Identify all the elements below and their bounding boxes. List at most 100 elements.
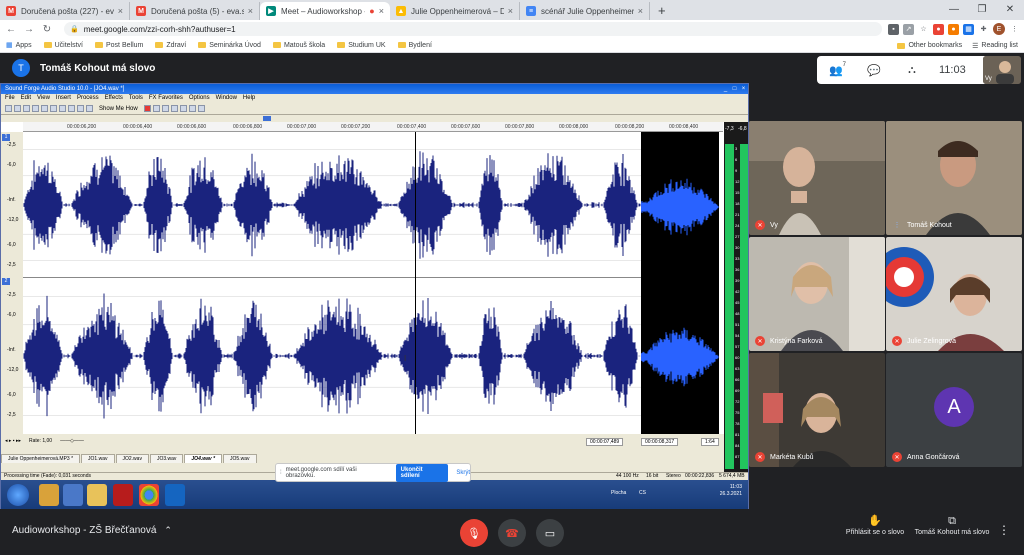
minimize-icon[interactable]: — (940, 0, 968, 20)
reload-icon[interactable]: ↻ (40, 24, 54, 35)
bookmark-folder[interactable]: Studium UK (337, 42, 386, 49)
profile-avatar[interactable]: E (993, 23, 1005, 35)
bookmark-folder[interactable]: Seminárka Úvod (198, 42, 261, 49)
raise-hand-button[interactable]: ✋ Přihlásit se o slovo (835, 516, 915, 537)
meter-scale-label: 9 (735, 168, 738, 173)
back-icon[interactable]: ← (4, 24, 18, 35)
rate-label: Rate: 1,00 (28, 438, 53, 444)
more-options-icon[interactable]: ⋮ (998, 523, 1010, 537)
new-tab-button[interactable]: + (650, 2, 674, 20)
self-thumbnail[interactable]: Vy (983, 56, 1021, 84)
people-icon: 👥 (829, 64, 843, 77)
media-icon (63, 484, 83, 506)
selection-end-time: 00:00:08,317 (641, 438, 679, 446)
stop-icon (179, 105, 187, 112)
chat-button[interactable]: 💬 (855, 56, 893, 84)
docs-icon: ≡ (526, 6, 536, 16)
activities-button[interactable]: ⛬ (893, 56, 931, 84)
meter-scale-label: 36 (735, 267, 740, 272)
extension-red-icon[interactable]: ● (933, 23, 944, 35)
participant-tile[interactable]: ✕ Markéta Kubů (749, 353, 885, 467)
close-icon[interactable]: × (118, 6, 123, 16)
bookmark-folder[interactable]: Post Bellum (95, 42, 143, 49)
participant-tile[interactable]: ✕ Kristýna Farková (749, 237, 885, 351)
stop-sharing-button[interactable]: Ukončit sdílení (395, 463, 449, 482)
bookmark-folder[interactable]: Zdraví (155, 42, 186, 49)
ruler-label: 00:00:06,200 (67, 124, 97, 130)
participant-video (886, 121, 1022, 235)
tab-gmail-2[interactable]: M Doručená pošta (5) - eva.smolik × (130, 2, 260, 20)
participant-tile[interactable]: ⋮ Tomáš Kohout (886, 121, 1022, 235)
tab-drive[interactable]: ▲ Julie Oppenheimerová – Disk Go × (390, 2, 520, 20)
extension-grid-icon[interactable]: ▦ (963, 23, 974, 35)
share-icon[interactable]: ↗ (903, 23, 914, 35)
bookmark-label: Post Bellum (106, 41, 144, 49)
participant-tile[interactable]: ✕ Vy (749, 121, 885, 235)
gmail-icon: M (6, 6, 16, 16)
star-icon[interactable]: ☆ (918, 23, 929, 35)
participant-name: Julie Zelingrová (907, 337, 957, 345)
menu-icon[interactable]: ⋮ (1009, 23, 1020, 35)
tab-gmail-1[interactable]: M Doručená pošta (227) - evasmolik × (0, 2, 130, 20)
rewind-icon (188, 105, 196, 112)
waveform-graphic (23, 149, 641, 261)
meeting-details-button[interactable]: Audioworkshop - ZŠ Břečťanová ⌃ (12, 525, 172, 536)
tab-meet[interactable]: ▶ Meet – Audioworkshop - ZŠ ● × (260, 2, 390, 20)
leave-call-button[interactable]: ☎ (498, 519, 526, 547)
playbar-row: ◂ ▸ ▪ ▸▸ Rate: 1,00 ——◇—— (5, 438, 84, 444)
participant-tile[interactable]: ✕ Julie Zelingrová (886, 237, 1022, 351)
bookmark-folder[interactable]: Učitelství (43, 42, 83, 49)
doc-tab: JO1.wav (81, 454, 115, 463)
hang-up-icon: ☎ (505, 527, 519, 540)
close-window-icon[interactable]: ✕ (996, 0, 1024, 20)
db-label: -Inf. (7, 347, 16, 353)
participant-name-row: ✕ Anna Gončárová (892, 452, 960, 462)
db-scale: 1 -2,5 -6,0 -Inf. -12,0 -6,0 -2,5 2 -2,5… (1, 132, 23, 434)
drag-handle-icon[interactable]: ⁞ (280, 470, 282, 476)
bookmark-apps[interactable]: ▦ Apps (6, 41, 32, 50)
bookmark-label: Other bookmarks (908, 42, 963, 49)
meter-scale-label: 12 (735, 179, 740, 184)
reading-list[interactable]: ☰ Reading list (972, 42, 1018, 50)
close-icon[interactable]: × (248, 6, 253, 16)
puzzle-icon[interactable]: ✚ (978, 23, 989, 35)
close-icon[interactable]: × (508, 6, 513, 16)
browser-window: M Doručená pošta (227) - evasmolik × M D… (0, 0, 1024, 555)
participant-count: 7 (842, 62, 846, 68)
people-button[interactable]: 👥 7 (817, 56, 855, 84)
forward-icon[interactable]: → (22, 24, 36, 35)
hide-button[interactable]: Skrýt (456, 470, 470, 476)
meter-scale-label: 42 (735, 289, 740, 294)
other-bookmarks[interactable]: Other bookmarks (897, 42, 962, 49)
close-icon[interactable]: × (379, 6, 384, 16)
drive-icon: ▲ (396, 6, 406, 16)
address-bar[interactable]: 🔒 meet.google.com/zzi-corh-shh?authuser=… (64, 22, 882, 36)
soundforge-titlebar: Sound Forge Audio Studio 10.0 - [JO4.wav… (1, 84, 748, 94)
meter-scale-label: 18 (735, 201, 740, 206)
presenting-button[interactable]: ⧉ Tomáš Kohout má slovo (912, 516, 992, 537)
microphone-toggle-button[interactable]: 🎙 (460, 519, 488, 547)
bookmark-folder[interactable]: Matouš škola (272, 42, 325, 49)
status-length: 00:00:22,836 (685, 473, 715, 479)
zoom-ratio: 1:64 (701, 438, 719, 446)
menu-tools: Tools (128, 95, 143, 101)
meter-scale-label: 51 (735, 322, 740, 327)
extension-orange-icon[interactable]: ● (948, 23, 959, 35)
camera-toggle-button[interactable]: ▭ (536, 519, 564, 547)
overview-thumb (263, 116, 271, 121)
participant-tile[interactable]: A ✕ Anna Gončárová (886, 353, 1022, 467)
close-icon[interactable]: × (638, 6, 643, 16)
soundforge-title: Sound Forge Audio Studio 10.0 - [JO4.wav… (5, 86, 125, 92)
tray-date: 26.3.2021 (719, 491, 742, 497)
maximize-icon[interactable]: ❐ (968, 0, 996, 20)
copy-icon (41, 105, 48, 112)
system-tray-clock: 11:03 26.3.2021 (720, 484, 742, 498)
bookmark-folder[interactable]: Bydlení (397, 42, 432, 49)
bookmark-label: Seminárka Úvod (209, 41, 261, 49)
bookmark-label: Apps (15, 41, 32, 49)
tab-docs[interactable]: ≡ scénář Julie Oppenheimerová fin × (520, 2, 650, 20)
selection-waveform (641, 178, 719, 387)
open-file-icon (14, 105, 21, 112)
undo-icon (59, 105, 66, 112)
camera-icon[interactable]: ▪ (888, 23, 899, 35)
